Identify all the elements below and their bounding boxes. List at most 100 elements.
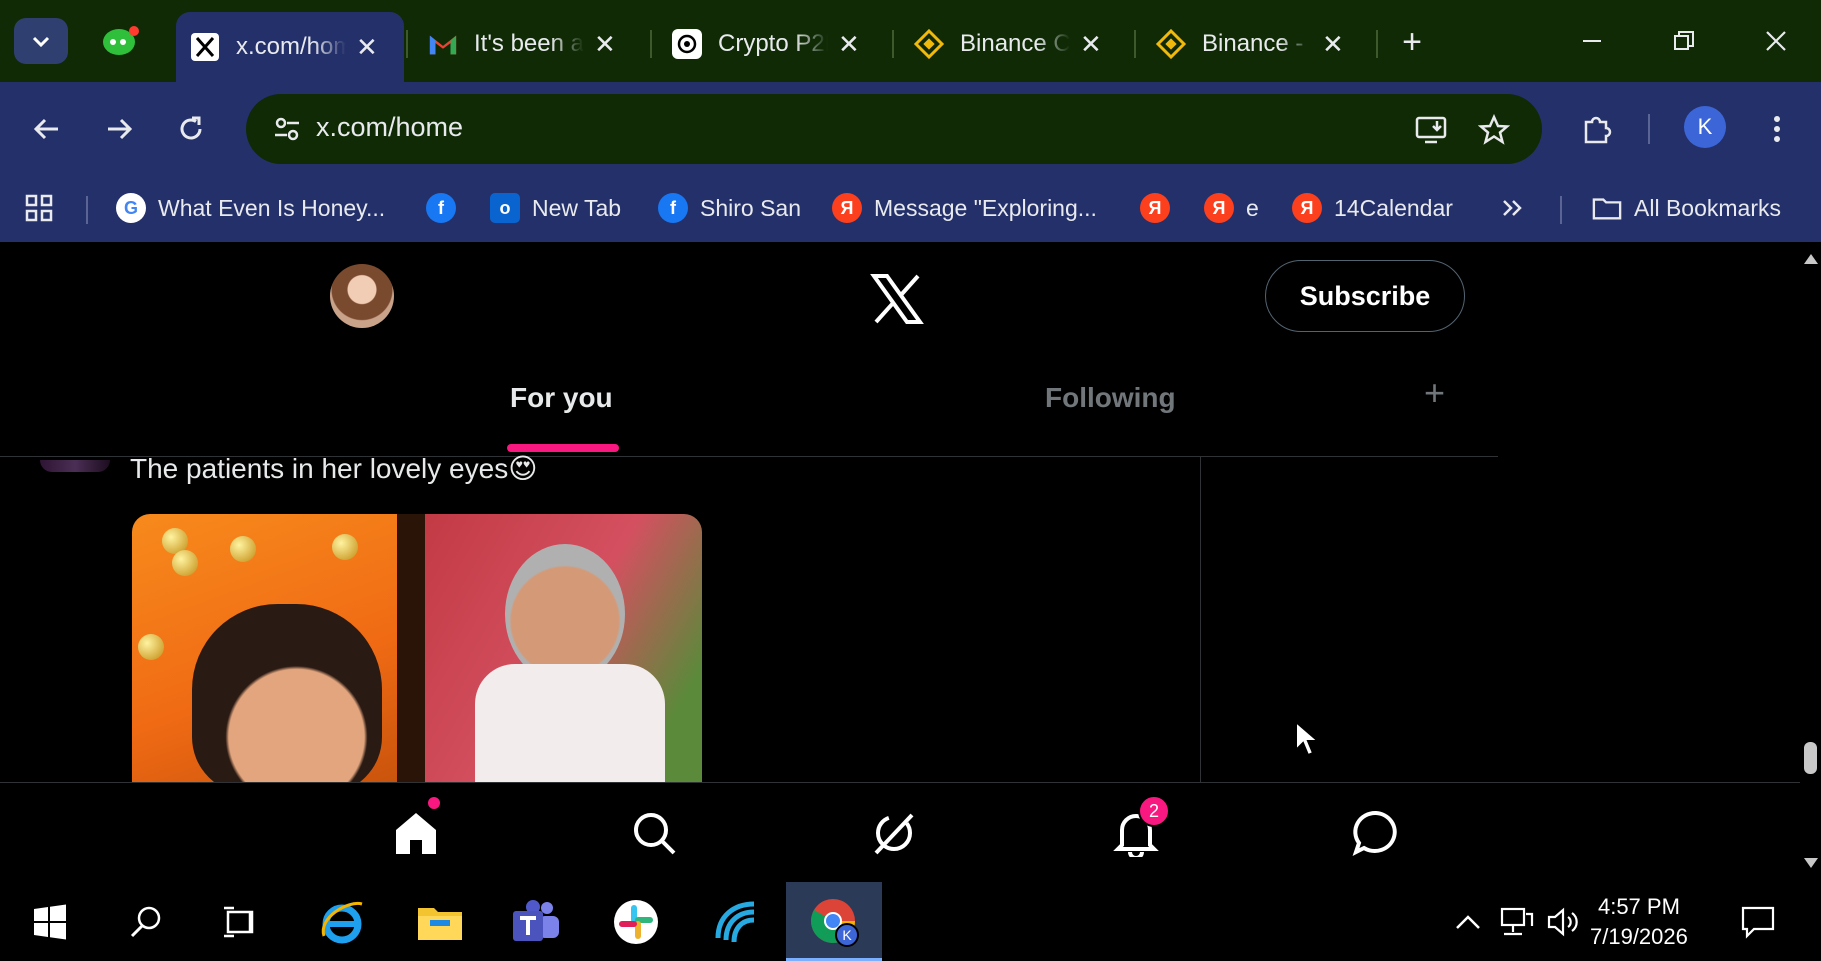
nav-grok[interactable]	[866, 805, 922, 861]
taskbar-slack[interactable]	[608, 894, 664, 950]
nav-home[interactable]	[388, 805, 444, 861]
wave-app-icon	[715, 901, 755, 943]
windows-icon	[34, 904, 66, 940]
url-text[interactable]: x.com/home	[316, 112, 463, 143]
more-bookmarks-button[interactable]	[1500, 188, 1524, 228]
nav-explore[interactable]	[626, 805, 682, 861]
subscribe-button[interactable]: Subscribe	[1265, 260, 1465, 332]
bookmark-item[interactable]: o New Tab	[490, 188, 621, 228]
notification-badge: 2	[1138, 795, 1170, 827]
folder-icon	[418, 908, 462, 940]
site-info-button[interactable]	[262, 104, 312, 154]
all-bookmarks-button[interactable]: All Bookmarks	[1592, 188, 1781, 228]
tab-title: Binance C	[960, 30, 1070, 57]
svg-text:K: K	[842, 927, 852, 943]
search-icon	[634, 813, 676, 855]
bookmark-item[interactable]: f	[426, 188, 468, 228]
close-icon[interactable]: ✕	[594, 29, 616, 60]
tab-following[interactable]: Following	[1045, 382, 1176, 414]
profile-avatar[interactable]: K	[1684, 106, 1726, 148]
bookmark-item[interactable]: Я 14Calendar	[1292, 188, 1453, 228]
binance-icon	[914, 29, 944, 59]
internet-explorer-icon	[321, 901, 363, 944]
taskbar-search-button[interactable]	[118, 894, 174, 950]
gmail-icon	[428, 29, 458, 59]
pinned-tab[interactable]	[92, 20, 150, 62]
taskbar-teams[interactable]	[508, 894, 564, 950]
post-text: The patients in her lovely eyes😍	[130, 453, 538, 484]
start-button[interactable]	[22, 894, 78, 950]
bookmark-item[interactable]: Я Message "Exploring...	[832, 188, 1097, 228]
taskbar-app-wave[interactable]	[708, 894, 764, 950]
nav-messages[interactable]	[1348, 805, 1404, 861]
yandex-icon: Я	[1140, 193, 1170, 223]
system-clock[interactable]: 4:57 PM 7/19/2026	[1590, 892, 1688, 952]
add-tab-button[interactable]: +	[1424, 372, 1445, 414]
x-logo-icon[interactable]	[870, 274, 924, 324]
close-icon[interactable]: ✕	[1080, 29, 1102, 60]
back-button[interactable]	[22, 104, 72, 154]
task-view-button[interactable]	[212, 894, 268, 950]
extensions-button[interactable]	[1572, 104, 1622, 154]
tab-title: It's been a	[474, 30, 584, 57]
facebook-icon: f	[426, 193, 456, 223]
user-avatar[interactable]	[330, 264, 394, 328]
post-image[interactable]	[132, 514, 702, 782]
scrollbar-thumb[interactable]	[1804, 742, 1817, 774]
scroll-up-icon[interactable]	[1804, 254, 1818, 264]
tab-title: Crypto P2P	[718, 30, 828, 57]
slack-icon	[614, 900, 658, 944]
tab-binance-2[interactable]: Binance - ✕	[1142, 16, 1372, 72]
install-app-button[interactable]	[1410, 108, 1454, 152]
search-icon	[130, 906, 161, 938]
network-icon	[1500, 907, 1534, 936]
bookmark-label: What Even Is Honey...	[158, 194, 386, 221]
tab-x-home[interactable]: x.com/home ✕	[176, 12, 404, 82]
volume-button[interactable]	[1536, 894, 1592, 950]
close-window-button[interactable]	[1746, 18, 1806, 64]
scroll-down-icon[interactable]	[1804, 858, 1818, 868]
bookmark-star-button[interactable]	[1472, 108, 1516, 152]
yandex-icon: Я	[832, 193, 862, 223]
yandex-icon: Я	[1204, 193, 1234, 223]
restore-button[interactable]	[1654, 18, 1714, 64]
taskbar-internet-explorer[interactable]	[314, 894, 370, 950]
browser-menu-button[interactable]	[1752, 104, 1802, 154]
close-icon	[1766, 31, 1786, 51]
tab-search-button[interactable]	[14, 18, 68, 64]
chat-bubble-icon	[1352, 810, 1397, 856]
tab-gmail[interactable]: It's been a ✕	[414, 16, 644, 72]
action-center-button[interactable]	[1730, 894, 1786, 950]
folder-icon	[1592, 193, 1622, 223]
taskbar-chrome[interactable]: K	[806, 894, 862, 950]
new-tab-button[interactable]: +	[1388, 20, 1436, 64]
close-icon[interactable]: ✕	[356, 32, 378, 63]
chevron-double-right-icon	[1503, 200, 1522, 216]
minimize-button[interactable]	[1562, 18, 1622, 64]
taskbar-file-explorer[interactable]	[412, 894, 468, 950]
post-author-avatar[interactable]	[40, 460, 110, 472]
toolbar-separator	[1648, 114, 1650, 144]
bookmark-item[interactable]: f Shiro San	[658, 188, 801, 228]
yandex-icon: Я	[1292, 193, 1322, 223]
tab-separator	[650, 30, 652, 58]
grok-icon	[874, 813, 914, 855]
tab-binance-1[interactable]: Binance C ✕	[900, 16, 1130, 72]
all-bookmarks-label: All Bookmarks	[1634, 194, 1781, 221]
chevron-up-icon	[1456, 915, 1480, 929]
bookmark-item[interactable]: Я	[1140, 188, 1182, 228]
bookmark-item[interactable]: Я e	[1204, 188, 1259, 228]
apps-button[interactable]	[24, 188, 54, 228]
tab-crypto-p2p[interactable]: Crypto P2P ✕	[658, 16, 888, 72]
task-view-icon	[224, 906, 254, 938]
reload-button[interactable]	[166, 104, 216, 154]
tab-strip: x.com/home ✕ It's been a ✕ Crypto P2P ✕ …	[0, 0, 1821, 82]
bookmark-item[interactable]: G What Even Is Honey...	[116, 188, 385, 228]
page-scrollbar[interactable]	[1800, 242, 1821, 882]
close-icon[interactable]: ✕	[1322, 29, 1344, 60]
close-icon[interactable]: ✕	[838, 29, 860, 60]
tab-separator	[892, 30, 894, 58]
forward-button[interactable]	[94, 104, 144, 154]
tab-for-you[interactable]: For you	[510, 382, 613, 414]
address-bar[interactable]: x.com/home	[246, 94, 1542, 164]
